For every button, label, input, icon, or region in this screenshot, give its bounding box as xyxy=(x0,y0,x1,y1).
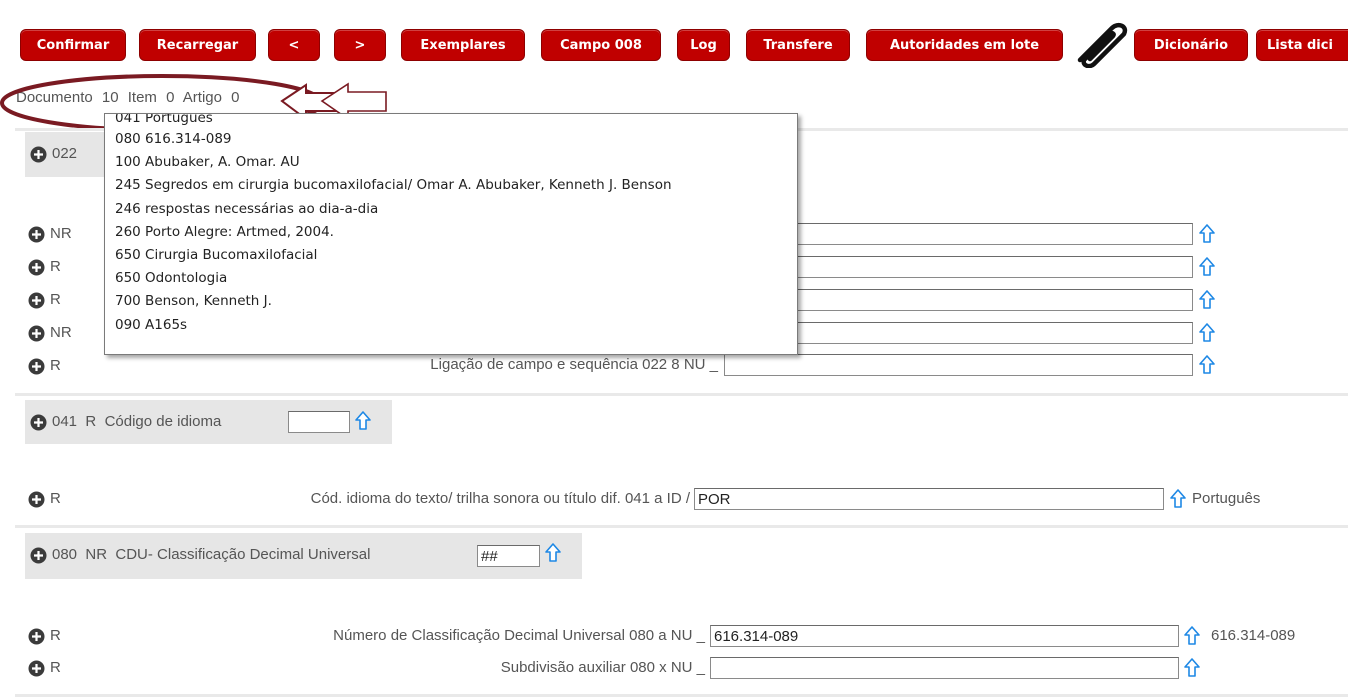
arrow-up-icon[interactable] xyxy=(545,543,561,563)
field-041-heading: 041 R Código de idioma xyxy=(52,413,221,430)
arrow-up-icon[interactable] xyxy=(1199,224,1215,244)
expand-plus-icon[interactable] xyxy=(28,226,45,243)
batch-authorities-button[interactable]: Autoridades em lote xyxy=(866,29,1063,61)
classification-input[interactable]: 616.314-089 xyxy=(710,625,1179,647)
subfield-label: Ligação de campo e sequência 022 8 NU _ xyxy=(430,356,718,373)
tooltip-line: 700 Benson, Kenneth J. xyxy=(115,293,272,310)
repeatability-label: R xyxy=(50,291,61,308)
subfield-label: Subdivisão auxiliar 080 x NU _ xyxy=(500,659,705,676)
transfer-button[interactable]: Transfere xyxy=(746,29,850,61)
indicator-input[interactable] xyxy=(288,411,350,433)
expand-plus-icon[interactable] xyxy=(30,547,47,564)
repeatability-label: R xyxy=(50,258,61,275)
section-divider xyxy=(15,525,1348,528)
repeatability-label: R xyxy=(50,357,61,374)
next-button[interactable]: > xyxy=(334,29,386,61)
expand-plus-icon[interactable] xyxy=(28,325,45,342)
tooltip-line: 090 A165s xyxy=(115,316,188,333)
arrow-up-icon[interactable] xyxy=(1199,290,1215,310)
repeatability-label: R xyxy=(85,413,97,430)
subfield-label: Cód. idioma do texto/ trilha sonora ou t… xyxy=(310,490,690,507)
repeatability-label: NR xyxy=(85,546,108,563)
log-button[interactable]: Log xyxy=(677,29,730,61)
confirm-button[interactable]: Confirmar xyxy=(20,29,126,61)
tooltip-line: 041 Português xyxy=(115,114,213,126)
expand-plus-icon[interactable] xyxy=(28,660,45,677)
repeatability-label: R xyxy=(50,490,61,507)
previous-button[interactable]: < xyxy=(268,29,320,61)
indicator-input[interactable]: ## xyxy=(477,545,540,567)
field-022-tag: 022 xyxy=(52,145,78,162)
expand-plus-icon[interactable] xyxy=(30,146,47,163)
repeatability-label: R xyxy=(50,659,61,676)
tooltip-line: 650 Odontologia xyxy=(115,270,228,287)
reload-button[interactable]: Recarregar xyxy=(139,29,256,61)
copies-button[interactable]: Exemplares xyxy=(401,29,525,61)
field-tag: 041 xyxy=(52,413,78,430)
arrow-up-icon[interactable] xyxy=(355,411,371,431)
tooltip-line: 100 Abubaker, A. Omar. AU xyxy=(115,154,300,171)
dictionary-list-button[interactable]: Lista dici xyxy=(1256,29,1348,61)
classification-result: 616.314-089 xyxy=(1211,627,1296,644)
language-result: Português xyxy=(1192,490,1261,507)
field-title: Código de idioma xyxy=(104,413,222,430)
tooltip-line: 080 616.314-089 xyxy=(115,131,232,147)
expand-plus-icon[interactable] xyxy=(28,491,45,508)
subfield-label: Número de Classificação Decimal Universa… xyxy=(333,627,705,644)
arrow-up-icon[interactable] xyxy=(1170,489,1186,509)
section-divider xyxy=(15,393,1348,396)
expand-plus-icon[interactable] xyxy=(28,259,45,276)
arrow-up-icon[interactable] xyxy=(1184,626,1200,646)
tooltip-line: 260 Porto Alegre: Artmed, 2004. xyxy=(115,223,334,240)
auxiliary-subdivision-input[interactable] xyxy=(710,657,1179,679)
tooltip-line: 246 respostas necessárias ao dia-a-dia xyxy=(115,200,379,217)
repeatability-label: R xyxy=(50,627,61,644)
arrow-up-icon[interactable] xyxy=(1199,323,1215,343)
field-tag: 080 xyxy=(52,546,78,563)
field-080-heading: 080 NR CDU- Classificação Decimal Univer… xyxy=(52,546,370,563)
field-title: CDU- Classificação Decimal Universal xyxy=(115,546,371,563)
paperclip-icon[interactable] xyxy=(1068,20,1134,68)
dictionary-button[interactable]: Dicionário xyxy=(1134,29,1248,61)
section-divider xyxy=(15,694,1348,697)
field-008-button[interactable]: Campo 008 xyxy=(541,29,661,61)
repeatability-label: NR xyxy=(50,324,72,341)
arrow-up-icon[interactable] xyxy=(1199,257,1215,277)
expand-plus-icon[interactable] xyxy=(30,414,47,431)
language-input[interactable]: POR xyxy=(694,488,1164,510)
expand-plus-icon[interactable] xyxy=(28,628,45,645)
record-preview-tooltip: 041 Português 080 616.314-089 100 Abubak… xyxy=(104,113,798,355)
tooltip-line: 650 Cirurgia Bucomaxilofacial xyxy=(115,246,318,263)
expand-plus-icon[interactable] xyxy=(28,292,45,309)
repeatability-label: NR xyxy=(50,225,72,242)
expand-plus-icon[interactable] xyxy=(28,358,45,375)
arrow-up-icon[interactable] xyxy=(1184,658,1200,678)
arrow-up-icon[interactable] xyxy=(1199,355,1215,375)
tooltip-line: 245 Segredos em cirurgia bucomaxilofacia… xyxy=(115,177,672,194)
subfield-input[interactable] xyxy=(724,354,1193,376)
